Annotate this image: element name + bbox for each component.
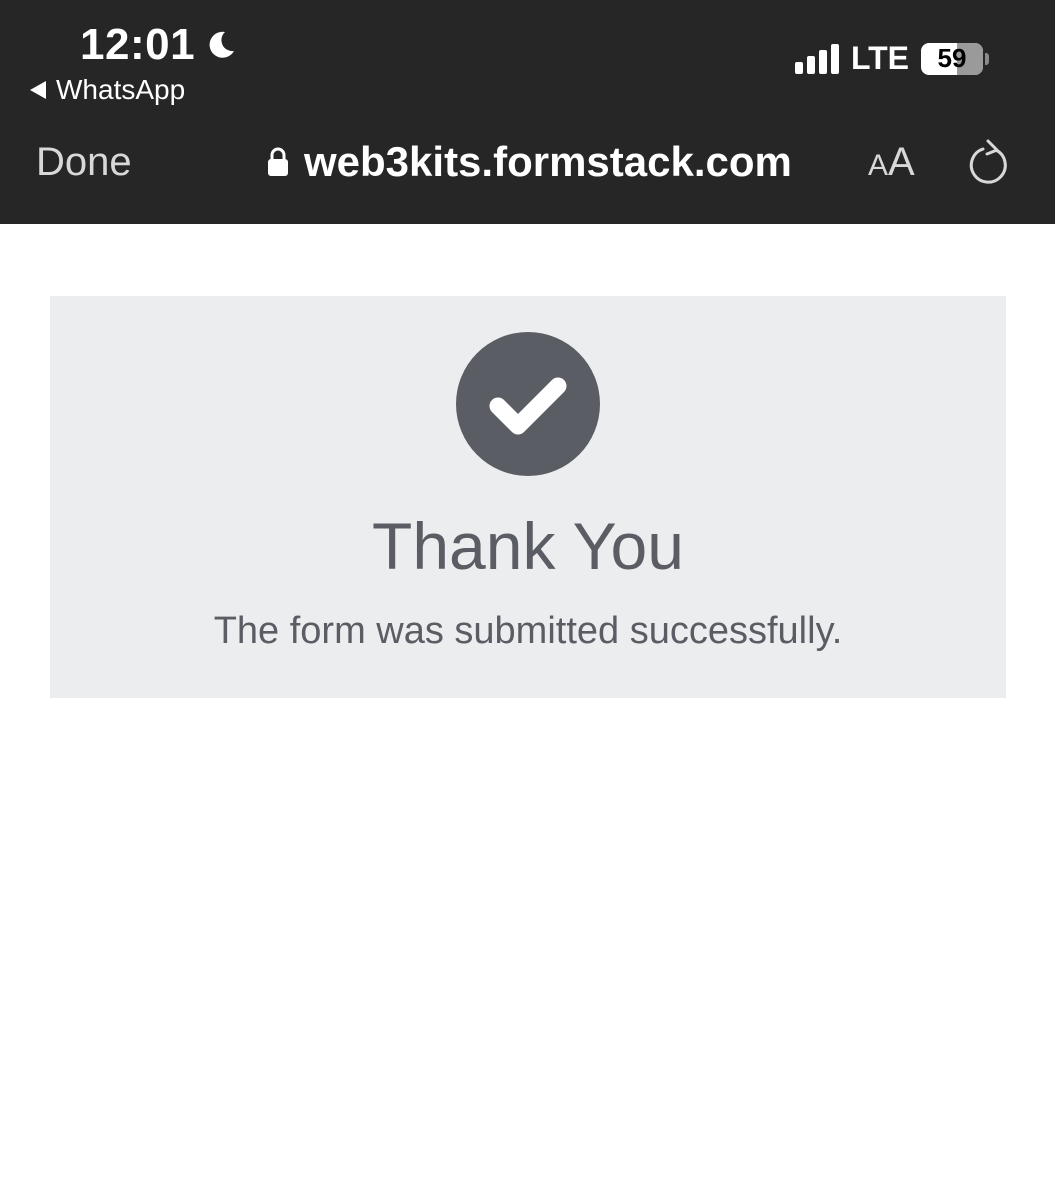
lock-icon [268, 147, 288, 176]
back-triangle-icon [30, 81, 46, 99]
status-time: 12:01 [80, 20, 196, 69]
text-size-big-glyph: A [888, 140, 915, 184]
text-size-button[interactable]: A A [868, 140, 915, 185]
address-bar[interactable]: web3kits.formstack.com [266, 138, 792, 186]
url-text: web3kits.formstack.com [304, 138, 792, 185]
confirmation-card: Thank You The form was submitted success… [50, 296, 1006, 698]
network-type: LTE [850, 40, 909, 76]
status-time-group: 12:01 [80, 20, 237, 70]
back-to-app-link[interactable]: WhatsApp [30, 74, 185, 106]
back-app-label: WhatsApp [56, 74, 186, 105]
battery-icon: 59 [921, 42, 983, 75]
text-size-small-glyph: A [868, 149, 889, 182]
battery-percent: 59 [937, 43, 967, 73]
done-button[interactable]: Done [36, 140, 132, 185]
moon-icon [209, 31, 235, 58]
top-bar: 12:01 WhatsApp LTE 59 Done web3kits.form… [0, 0, 1055, 224]
reload-icon[interactable] [966, 138, 1012, 188]
check-circle-icon [456, 332, 600, 476]
status-indicators: LTE 59 [794, 40, 989, 77]
checkmark-icon [489, 377, 567, 435]
confirmation-message: The form was submitted successfully. [213, 610, 843, 652]
battery-tip [985, 52, 989, 65]
confirmation-title: Thank You [372, 509, 684, 583]
signal-strength-icon [794, 43, 839, 74]
